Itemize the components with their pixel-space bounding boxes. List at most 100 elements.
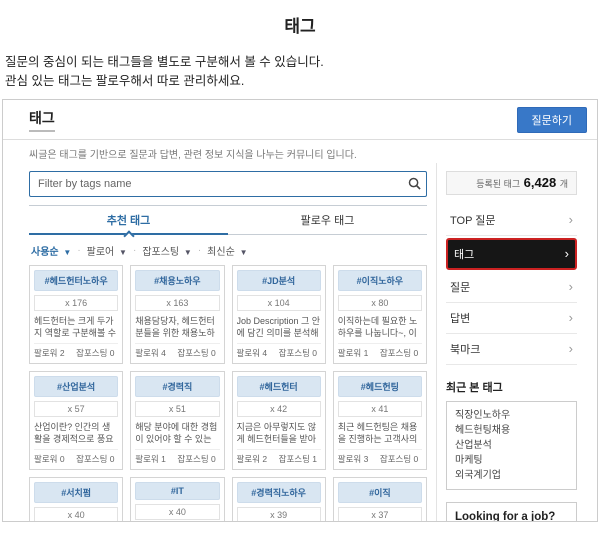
sort-usage[interactable]: 사용순 ▼ [31,243,71,258]
chevron-right-icon: › [569,342,573,355]
tag-card: #헤드헌팅 x 41 최근 헤드헌팅은 채용을 진행하는 고객사의 요청에… 팔로워 … [333,371,427,470]
tag-name-button[interactable]: #산업분석 [34,376,118,397]
tag-name-button[interactable]: #채용노하우 [135,270,219,291]
tag-description: 해당 분야에 대한 경험이 있어야 할 수 있는 직업이나… [135,421,219,446]
tag-name-button[interactable]: #이직노하우 [338,270,422,291]
panel-subtitle: 씨글은 태그를 기반으로 질문과 답변, 관련 정보 지식을 나누는 커뮤니티 … [3,140,597,163]
tag-card: #경력직x 51해당 분야에 대한 경험이 있어야 할 수 있는 직업이나…팔로… [130,371,224,470]
tag-description: Job Description 그 안에 담긴 의미를 분석해봅니다 채용… [237,315,321,340]
tag-usage-count: x 40 [34,507,118,522]
recent-tag-item[interactable]: 외국계기업 [455,468,568,483]
tag-description: 지금은 아무렇지도 않게 헤드헌터들을 받아들이지만… [237,421,321,446]
recent-tag-item[interactable]: 헤드헌팅채용 [455,423,568,438]
tag-card: #서치펌x 40고급·전문인력의 재취업이나 스카우트를 중개해 주는 일…팔로… [29,477,123,522]
tag-card-footer: 팔로워 1잡포스팅 0 [338,343,422,359]
tag-usage-count: x 37 [338,507,422,522]
tag-name-button[interactable]: #경력직노하우 [237,482,321,503]
tag-name-button[interactable]: #JD분석 [237,270,321,291]
tag-usage-count: x 163 [135,295,219,311]
jobpostings-count: 잡포스팅 0 [380,453,422,465]
tag-name-button[interactable]: #헤드헌터 [237,376,321,397]
recent-tag-item[interactable]: 산업분석 [455,438,568,453]
tag-card: #이직x 37이직은 왜 하는가? 이직할 의사가 있는가? 라는 질문에…팔로… [333,477,427,522]
sidebar-item-top-questions[interactable]: TOP 질문 › [446,205,577,236]
jobpostings-count: 잡포스팅 0 [76,347,118,359]
tag-name-button[interactable]: #서치펌 [34,482,118,503]
followers-count: 팔로워 1 [135,453,177,465]
ask-question-button[interactable]: 질문하기 [517,107,587,133]
followers-count: 팔로워 4 [135,347,177,359]
page-title: 태그 [0,12,600,37]
tag-description: 산업이란? 인간의 생활을 경제적으로 풍요롭게 하기… [34,421,118,446]
panel-body: 추천 태그팔로우 태그 사용순 ▼ · 팔로어 ▼ · 잡포스팅 ▼ · 최신순 ▼ #헤드… [3,163,597,522]
sort-newest[interactable]: 최신순 ▼ [207,243,247,258]
page-description: 질문의 중심이 되는 태그들을 별도로 구분해서 볼 수 있습니다. 관심 있는… [5,53,600,91]
sidebar-item-label: 북마크 [450,341,480,357]
tab-follow-tags[interactable]: 팔로우 태그 [228,206,427,235]
tag-name-button[interactable]: #이직 [338,482,422,503]
recent-tag-item[interactable]: 직장인노하우 [455,408,568,423]
followers-count: 팔로워 3 [338,453,380,465]
recent-tags-title: 최근 본 태그 [446,379,577,395]
tag-description: 채용담당자, 헤드헌터분들을 위한 채용노하우를 나눕니다~ [135,315,219,340]
followers-count: 팔로워 1 [338,347,380,359]
sort-jobposting[interactable]: 잡포스팅 ▼ [142,243,192,258]
page-description-line2: 관심 있는 태그는 팔로우해서 따로 관리하세요. [5,74,244,88]
tag-name-button[interactable]: #IT [135,482,219,500]
sidebar-item-answers[interactable]: 답변› [446,303,577,334]
sidebar-item-label: 질문 [450,279,470,295]
followers-count: 팔로워 2 [34,347,76,359]
sort-separator: · [133,245,136,256]
tag-description: 최근 헤드헌팅은 채용을 진행하는 고객사의 요청에… [338,421,422,446]
tag-name-button[interactable]: #헤드헌터노하우 [34,270,118,291]
tag-card-footer: 팔로워 2잡포스팅 1 [237,449,321,465]
sidebar-item-label: 태그 [454,246,474,262]
jobpostings-count: 잡포스팅 0 [177,347,219,359]
chevron-right-icon: › [569,311,573,324]
tag-description: 이직하는데 필요한 노하우를 나눕니다~, 이직은 정보싸움! [338,315,422,340]
jobpostings-count: 잡포스팅 0 [177,453,219,465]
tag-card-footer: 팔로워 0잡포스팅 0 [34,449,118,465]
followers-count: 팔로워 0 [34,453,76,465]
chevron-right-icon: › [569,280,573,293]
followers-count: 팔로워 4 [237,347,279,359]
tag-usage-count: x 40 [135,504,219,520]
panel-header: 태그 질문하기 [3,100,597,140]
tag-card-footer: 팔로워 4잡포스팅 0 [135,343,219,359]
tag-name-button[interactable]: #경력직 [135,376,219,397]
tag-card: #JD분석x 104Job Description 그 안에 담긴 의미를 분석… [232,265,326,364]
sidebar-item-bookmarks[interactable]: 북마크 › [446,334,577,365]
tag-usage-count: x 176 [34,295,118,311]
tag-usage-count: x 41 [338,401,422,417]
jobpostings-count: 잡포스팅 0 [76,453,118,465]
main-column: 추천 태그팔로우 태그 사용순 ▼ · 팔로어 ▼ · 잡포스팅 ▼ · 최신순 ▼ #헤드… [29,163,436,522]
tag-card-grid: #헤드헌터노하우 x 176 헤드헌터는 크게 두가지 역할로 구분해볼 수 있는데… [29,265,427,522]
tag-card: #산업분석x 57산업이란? 인간의 생활을 경제적으로 풍요롭게 하기…팔로워… [29,371,123,470]
registered-tags-count: 6,428 [524,175,557,190]
sidebar-item-tags[interactable]: 태그› [446,238,577,270]
panel-title: 태그 [29,108,55,132]
sort-follower[interactable]: 팔로어 ▼ [87,243,127,258]
sidebar-item-questions[interactable]: 질문 › [446,272,577,303]
jobpostings-count: 잡포스팅 0 [279,347,321,359]
search-box [29,171,427,197]
tab-recommended-tags[interactable]: 추천 태그 [29,206,228,235]
jobpostings-count: 잡포스팅 1 [279,453,321,465]
chevron-down-icon: ▼ [119,248,127,257]
recent-tag-item[interactable]: 마케팅 [455,453,568,468]
jobpostings-count: 잡포스팅 0 [380,347,422,359]
tag-description: 헤드헌터는 크게 두가지 역할로 구분해볼 수 있는데… [34,315,118,340]
tag-name-button[interactable]: #헤드헌팅 [338,376,422,397]
search-icon[interactable] [402,177,426,190]
sort-separator: · [198,245,201,256]
search-input[interactable] [30,178,402,190]
tag-tabs: 추천 태그팔로우 태그 [29,205,427,235]
sidebar-item-label: TOP 질문 [450,212,496,228]
tag-card: #이직노하우x 80이직하는데 필요한 노하우를 나눕니다~, 이직은 정보싸움… [333,265,427,364]
tag-card: #헤드헌터노하우 x 176 헤드헌터는 크게 두가지 역할로 구분해볼 수 있는데… [29,265,123,364]
tag-card-footer: 팔로워 2잡포스팅 0 [34,343,118,359]
page-description-line1: 질문의 중심이 되는 태그들을 별도로 구분해서 볼 수 있습니다. [5,55,324,69]
chevron-right-icon: › [569,213,573,226]
sort-separator: · [77,245,80,256]
chevron-down-icon: ▼ [240,248,248,257]
